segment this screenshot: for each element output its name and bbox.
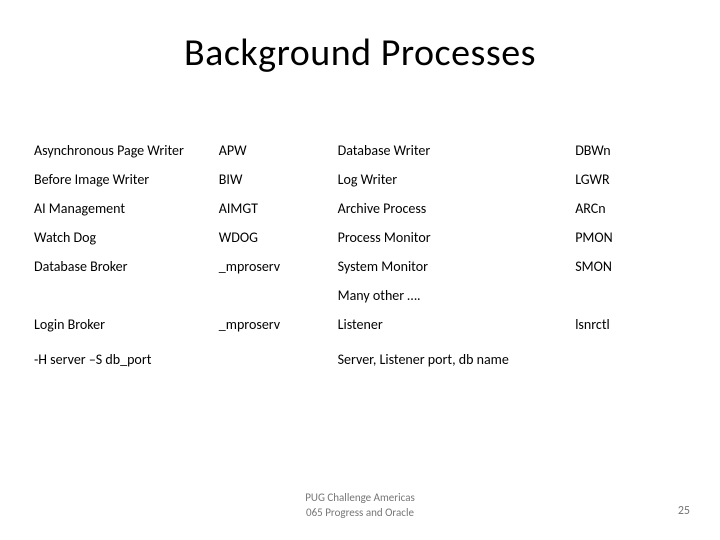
cell-left-code: APW <box>215 136 334 165</box>
footer-line1: PUG Challenge Americas <box>0 491 720 505</box>
cell-right-name: Listener <box>334 310 572 339</box>
cell-right-name: Archive Process <box>334 194 572 223</box>
cell-right-name: Many other …. <box>334 281 572 310</box>
process-table: Asynchronous Page Writer APW Database Wr… <box>30 136 690 374</box>
cell-left-code: _mproserv <box>215 310 334 339</box>
page-number: 25 <box>678 504 690 518</box>
cell-right-code <box>571 281 690 310</box>
cell-right-name: System Monitor <box>334 252 572 281</box>
table-row: Asynchronous Page Writer APW Database Wr… <box>30 136 690 165</box>
table-row: AI Management AIMGT Archive Process ARCn <box>30 194 690 223</box>
cell-right-code: LGWR <box>571 165 690 194</box>
table-row: Login Broker _mproserv Listener lsnrctl <box>30 310 690 339</box>
bottom-left: -H server –S db_port <box>30 345 334 374</box>
cell-right-code: lsnrctl <box>571 310 690 339</box>
table-row-bottom: -H server –S db_port Server, Listener po… <box>30 345 690 374</box>
bottom-right: Server, Listener port, db name <box>334 345 690 374</box>
slide-title: Background Processes <box>30 30 690 76</box>
cell-right-name: Log Writer <box>334 165 572 194</box>
table-row: Database Broker _mproserv System Monitor… <box>30 252 690 281</box>
cell-left-code: BIW <box>215 165 334 194</box>
slide-footer: PUG Challenge Americas 065 Progress and … <box>0 491 720 520</box>
cell-left-code: WDOG <box>215 223 334 252</box>
footer-line2: 065 Progress and Oracle <box>0 506 720 520</box>
cell-right-code: DBWn <box>571 136 690 165</box>
cell-right-code: ARCn <box>571 194 690 223</box>
table-row: Watch Dog WDOG Process Monitor PMON <box>30 223 690 252</box>
cell-right-name: Process Monitor <box>334 223 572 252</box>
table-row: Before Image Writer BIW Log Writer LGWR <box>30 165 690 194</box>
cell-right-code: SMON <box>571 252 690 281</box>
cell-left-code: _mproserv <box>215 252 334 281</box>
cell-right-code: PMON <box>571 223 690 252</box>
cell-left-name: AI Management <box>30 194 215 223</box>
cell-left-name: Watch Dog <box>30 223 215 252</box>
cell-right-name: Database Writer <box>334 136 572 165</box>
cell-left-code <box>215 281 334 310</box>
cell-left-code: AIMGT <box>215 194 334 223</box>
cell-left-name: Database Broker <box>30 252 215 281</box>
cell-left-name: Login Broker <box>30 310 215 339</box>
table-row: Many other …. <box>30 281 690 310</box>
cell-left-name: Asynchronous Page Writer <box>30 136 215 165</box>
cell-left-name: Before Image Writer <box>30 165 215 194</box>
cell-left-name <box>30 281 215 310</box>
